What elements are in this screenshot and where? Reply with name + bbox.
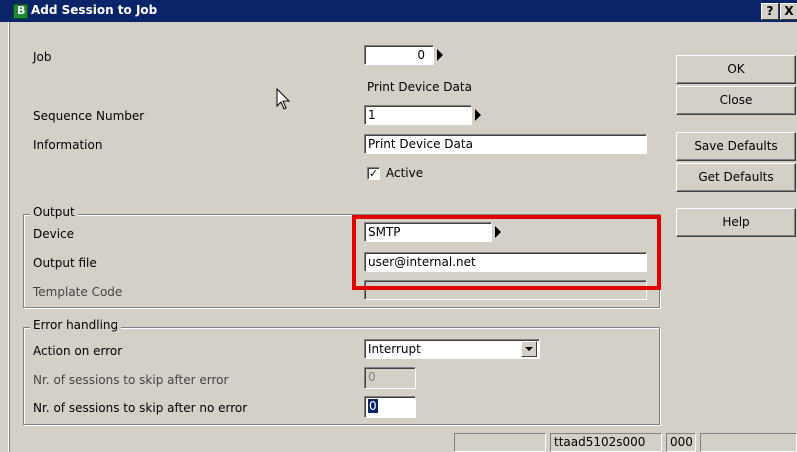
save-defaults-button[interactable]: Save Defaults [676,132,796,161]
job-zoom-arrow-icon[interactable] [437,49,443,61]
action-on-error-label: Action on error [33,344,123,358]
status-cell-empty-1 [454,433,546,452]
highlight-box [352,215,661,290]
dropdown-arrow-icon[interactable] [521,341,537,357]
checkmark-icon: ✓ [368,167,379,180]
get-defaults-button[interactable]: Get Defaults [676,163,796,192]
skip-after-error-field: 0 [364,367,416,389]
status-cell-empty-2 [700,433,797,452]
job-field[interactable]: 0 [364,45,434,65]
active-checkbox[interactable]: ✓ [367,167,380,180]
sequence-zoom-arrow-icon[interactable] [475,109,481,121]
ok-button[interactable]: OK [676,55,796,84]
help-button[interactable]: Help [676,208,796,237]
active-label: Active [386,166,424,180]
app-icon-letter: B [17,4,26,17]
window-title: Add Session to Job [31,3,158,17]
output-group-legend: Output [30,205,78,219]
job-label: Job [33,50,52,64]
information-field[interactable]: Print Device Data [364,134,647,154]
skip-after-no-error-label: Nr. of sessions to skip after no error [33,401,248,415]
output-file-label: Output file [33,256,97,270]
status-code: 000 [666,433,696,452]
skip-after-no-error-field[interactable]: 0 [364,396,416,418]
information-label: Information [33,138,103,152]
sequence-number-label: Sequence Number [33,109,145,123]
action-on-error-value: Interrupt [368,342,421,356]
job-description: Print Device Data [367,80,472,94]
mouse-pointer-icon [276,88,291,110]
template-code-label: Template Code [33,285,123,299]
skip-after-error-label: Nr. of sessions to skip after error [33,373,229,387]
app-icon[interactable]: B [13,4,28,19]
action-on-error-select[interactable]: Interrupt [364,339,540,359]
close-button[interactable]: Close [676,86,796,115]
sequence-number-field[interactable]: 1 [364,105,472,125]
device-label: Device [33,227,75,241]
skip-after-no-error-value: 0 [368,399,378,413]
error-handling-legend: Error handling [30,318,122,332]
help-title-button[interactable]: ? [761,3,779,20]
status-session-code: ttaad5102s000 [550,433,662,452]
close-title-button[interactable]: X [780,3,797,20]
window-left-edge [8,22,10,452]
